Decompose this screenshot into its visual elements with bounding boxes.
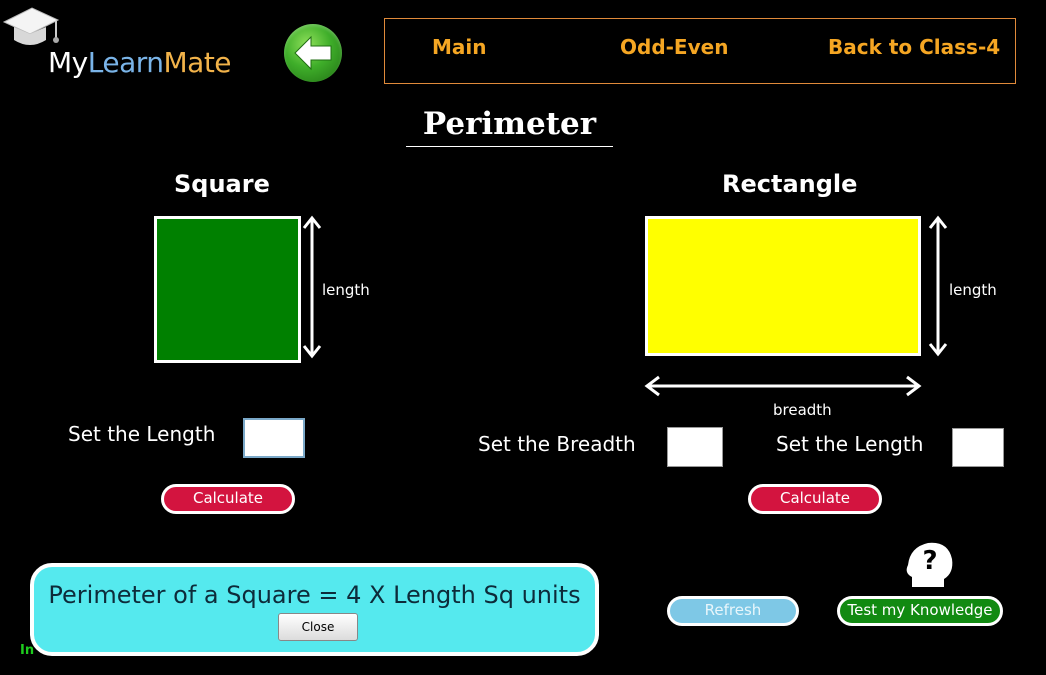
title-underline [406,146,613,147]
logo-my: My [48,46,88,79]
rectangle-breadth-input[interactable] [667,427,723,467]
question-head-icon[interactable]: ? [904,537,954,591]
square-calculate-button[interactable]: Calculate [161,484,295,514]
refresh-button[interactable]: Refresh [667,596,799,626]
square-shape [154,216,301,363]
rectangle-title: Rectangle [722,170,858,198]
nav-item-main[interactable]: Main [432,35,487,59]
rectangle-calculate-button[interactable]: Calculate [748,484,882,514]
logo-mate: Mate [163,46,232,79]
square-set-length-label: Set the Length [68,422,216,446]
rectangle-breadth-label: breadth [773,401,832,419]
vertical-double-arrow-icon [302,215,322,359]
page-title: Perimeter [422,106,597,142]
top-nav: Main Odd-Even Back to Class-4 [384,18,1016,84]
formula-text: Perimeter of a Square = 4 X Length Sq un… [48,581,581,609]
square-title: Square [174,170,270,198]
close-button[interactable]: Close [278,613,358,641]
nav-item-back-to-class[interactable]: Back to Class-4 [828,35,1000,59]
rectangle-set-length-label: Set the Length [776,432,924,456]
logo-learn: Learn [87,46,164,79]
square-length-input[interactable] [243,418,305,458]
rectangle-length-label: length [949,281,997,299]
formula-popup: Perimeter of a Square = 4 X Length Sq un… [30,563,599,656]
rectangle-set-breadth-label: Set the Breadth [478,432,636,456]
rectangle-length-input[interactable] [952,428,1004,467]
vertical-double-arrow-icon [928,215,948,357]
back-button[interactable] [284,24,342,82]
footer-text: In [20,643,35,658]
square-length-label: length [322,281,370,299]
logo: MyLearnMate [0,0,250,90]
arrow-left-icon [294,35,332,71]
nav-item-odd-even[interactable]: Odd-Even [620,35,728,59]
horizontal-double-arrow-icon [644,375,922,397]
test-my-knowledge-button[interactable]: Test my Knowledge [837,596,1003,626]
rectangle-shape [645,216,921,356]
logo-text: MyLearnMate [48,46,232,79]
svg-text:?: ? [922,546,937,576]
